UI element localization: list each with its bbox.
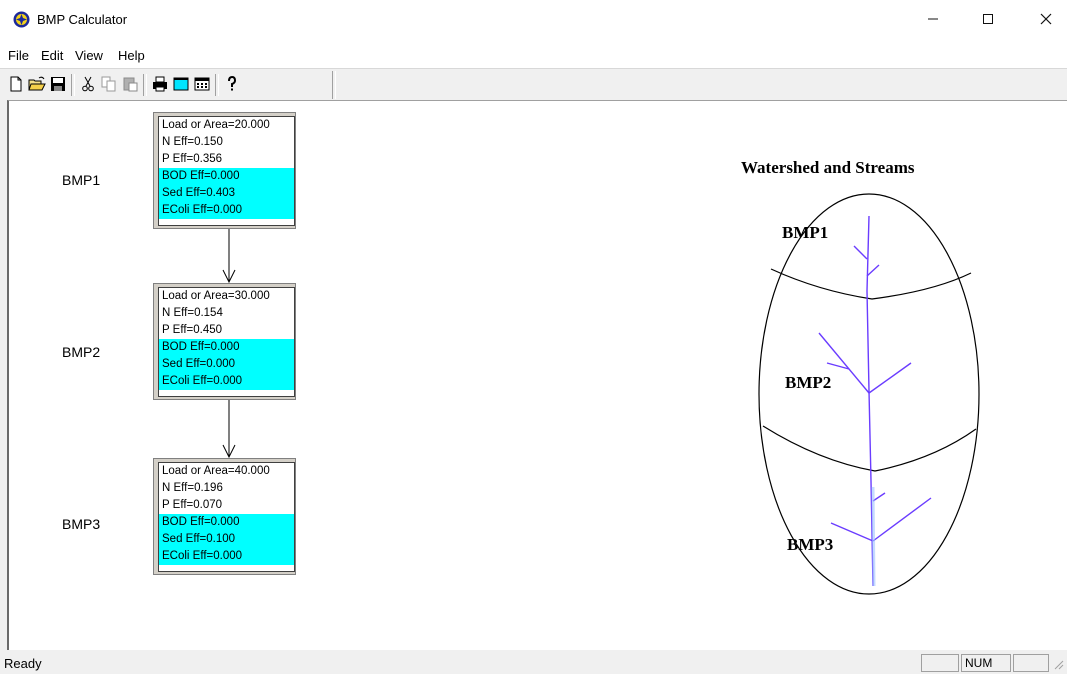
calendar-button[interactable] <box>192 74 212 94</box>
status-pane-scroll <box>1013 654 1049 672</box>
connector-arrow-1-2 <box>222 229 236 284</box>
window-icon <box>173 77 189 91</box>
copy-button[interactable] <box>99 74 119 94</box>
menu-edit[interactable]: Edit <box>41 48 63 63</box>
menu-view[interactable]: View <box>75 48 103 63</box>
main-stream-highlight <box>871 486 876 587</box>
cut-button[interactable] <box>78 74 98 94</box>
window-button[interactable] <box>171 74 191 94</box>
menu-file[interactable]: File <box>8 48 29 63</box>
menu-bar: File Edit View Help <box>0 38 1067 68</box>
watershed-bmp2-label: BMP2 <box>785 373 831 392</box>
print-button[interactable] <box>150 74 170 94</box>
minimize-button[interactable] <box>918 8 948 30</box>
open-folder-icon <box>28 76 46 91</box>
title-bar: BMP Calculator <box>0 0 1067 38</box>
new-file-icon <box>10 76 22 92</box>
status-pane-caps <box>921 654 959 672</box>
watershed-title: Watershed and Streams <box>741 158 915 177</box>
print-icon <box>153 76 167 92</box>
stream-network <box>818 215 932 587</box>
diagram-canvas: BMP1 Load or Area=20.000 N Eff=0.150 P E… <box>7 100 1067 651</box>
new-button[interactable] <box>6 74 26 94</box>
save-button[interactable] <box>48 74 68 94</box>
save-icon <box>51 77 65 91</box>
calendar-icon <box>194 77 210 91</box>
open-button[interactable] <box>27 74 47 94</box>
window-title: BMP Calculator <box>37 12 128 27</box>
toolbar <box>0 68 1067 101</box>
status-text: Ready <box>4 656 42 671</box>
maximize-button[interactable] <box>973 8 1003 30</box>
watershed-diagram: Watershed and Streams BMP1 BMP2 BMP3 <box>741 158 980 595</box>
connector-arrow-2-3 <box>222 400 236 459</box>
toolbar-separator <box>143 74 147 96</box>
resize-grip-icon[interactable] <box>1052 658 1064 670</box>
close-button[interactable] <box>1031 8 1061 30</box>
paste-icon <box>123 77 138 92</box>
toolbar-separator <box>215 74 219 96</box>
menu-help[interactable]: Help <box>118 48 145 63</box>
watershed-bmp1-label: BMP1 <box>782 223 828 242</box>
status-bar: Ready NUM <box>0 650 1067 674</box>
paste-button[interactable] <box>120 74 140 94</box>
subbasin-boundary-1 <box>770 268 972 300</box>
maximize-icon <box>983 14 993 24</box>
toolbar-separator <box>71 74 75 96</box>
status-pane-num: NUM <box>961 654 1011 672</box>
close-icon <box>1040 13 1052 25</box>
app-icon <box>13 11 30 28</box>
help-button[interactable] <box>222 74 242 94</box>
copy-icon <box>101 76 116 92</box>
watershed-bmp3-label: BMP3 <box>787 535 833 554</box>
minimize-icon <box>928 18 938 20</box>
toolbar-end <box>332 71 336 99</box>
help-icon <box>228 76 237 91</box>
cut-icon <box>82 76 94 92</box>
